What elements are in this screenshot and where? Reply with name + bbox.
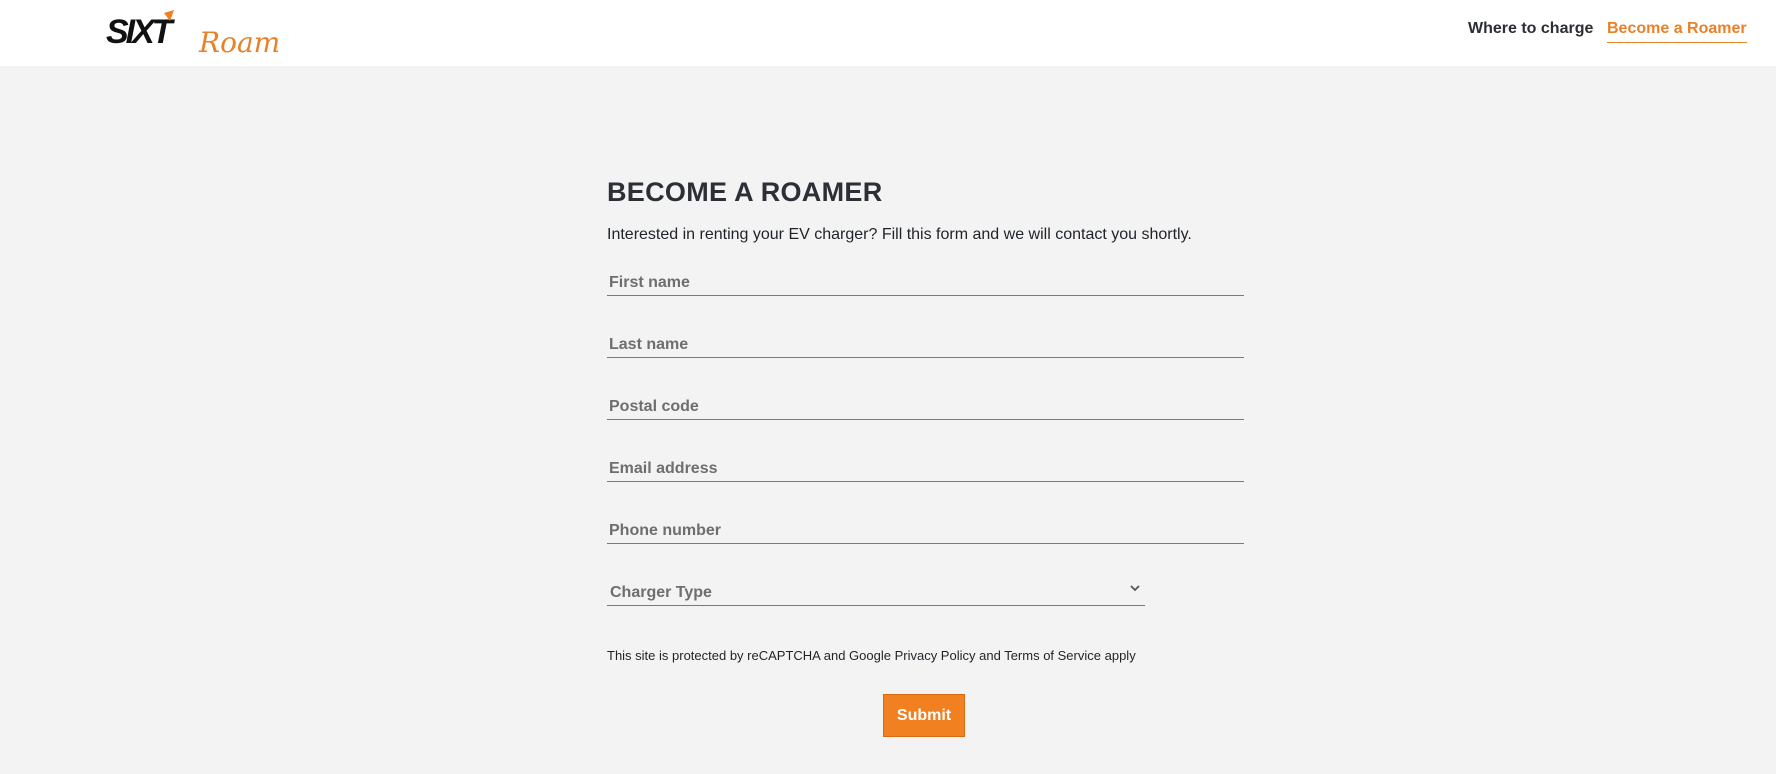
- logo-brand-text: SIXT: [106, 13, 176, 51]
- phone-number-input[interactable]: [607, 518, 1244, 544]
- site-header: SIXT Roam Where to charge Become a Roame…: [0, 0, 1776, 66]
- nav-become-a-roamer[interactable]: Become a Roamer: [1607, 20, 1747, 43]
- terms-of-service-link[interactable]: Terms of Service: [1004, 648, 1101, 663]
- charger-type-label: Charger Type: [610, 584, 712, 601]
- nav-where-to-charge[interactable]: Where to charge: [1468, 20, 1593, 38]
- recaptcha-notice: This site is protected by reCAPTCHA and …: [607, 648, 1136, 663]
- last-name-input[interactable]: [607, 332, 1244, 358]
- page-title: BECOME A ROAMER: [607, 177, 883, 207]
- charger-type-select[interactable]: Charger Type: [607, 580, 1145, 606]
- chevron-down-icon: [1130, 585, 1140, 592]
- recaptcha-prefix: This site is protected by reCAPTCHA and …: [607, 648, 895, 663]
- recaptcha-and: and: [975, 648, 1005, 663]
- submit-button[interactable]: Submit: [883, 694, 965, 737]
- postal-code-input[interactable]: [607, 394, 1244, 420]
- first-name-input[interactable]: [607, 270, 1244, 296]
- email-address-input[interactable]: [607, 456, 1244, 482]
- sixt-roam-logo[interactable]: SIXT Roam: [106, 10, 280, 56]
- form-intro-text: Interested in renting your EV charger? F…: [607, 226, 1192, 243]
- logo-product-text: Roam: [198, 26, 280, 56]
- recaptcha-suffix: apply: [1101, 648, 1136, 663]
- become-roamer-form: BECOME A ROAMER Interested in renting yo…: [607, 170, 1247, 737]
- privacy-policy-link[interactable]: Privacy Policy: [895, 648, 976, 663]
